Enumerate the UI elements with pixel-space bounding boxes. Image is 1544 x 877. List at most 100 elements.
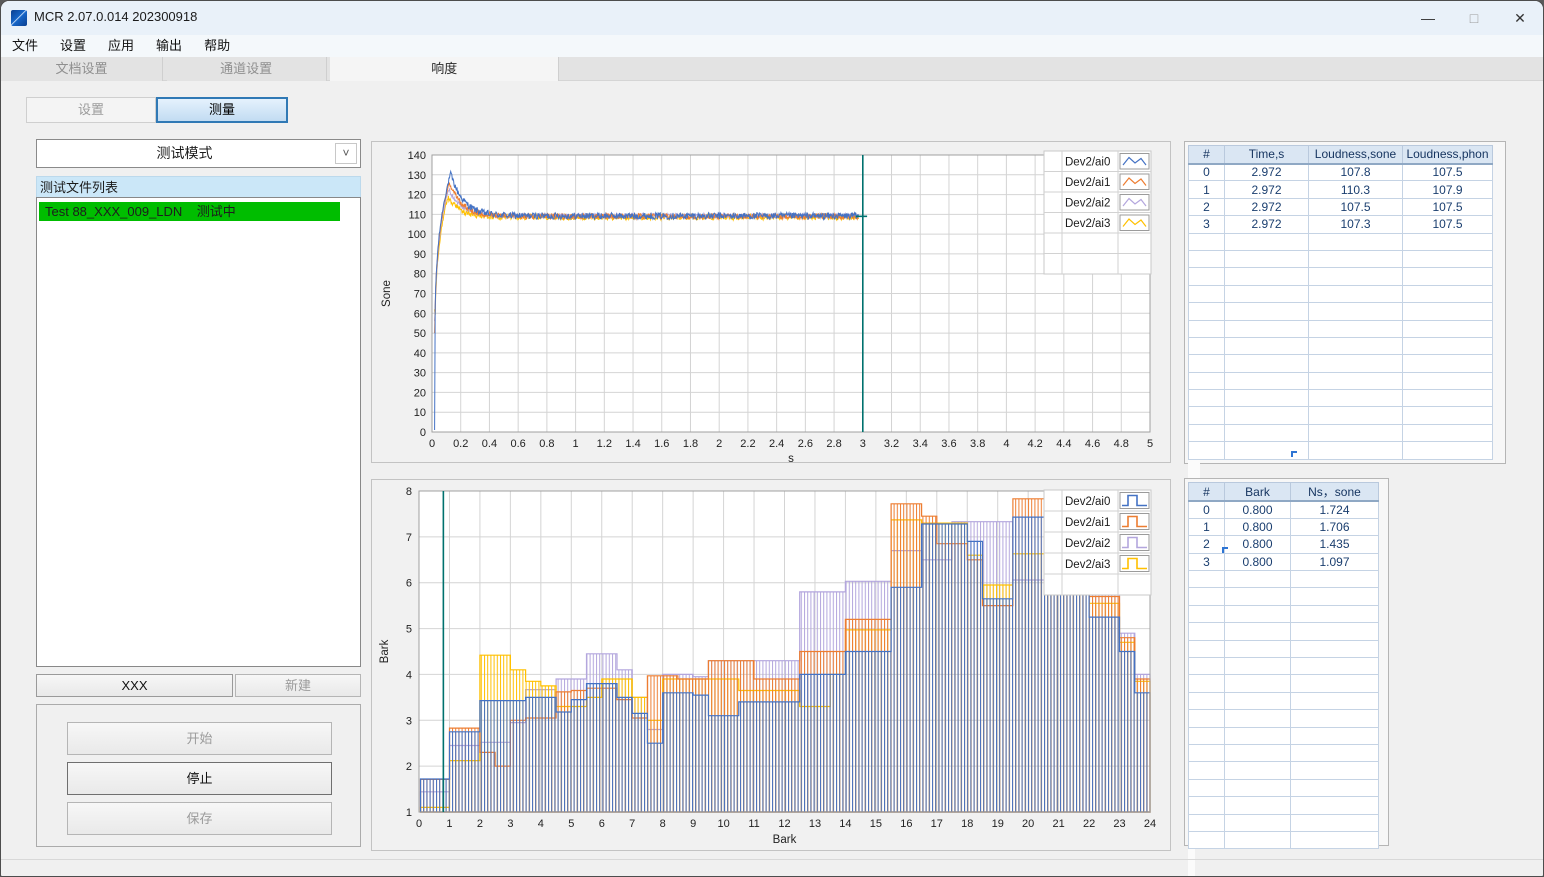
column-header[interactable]: # [1188,482,1225,502]
table-cell[interactable] [1402,249,1493,269]
column-header[interactable]: Bark [1224,482,1291,502]
table-cell[interactable] [1224,743,1291,763]
menu-item-1[interactable]: 设置 [49,35,97,57]
column-header[interactable]: Loudness,phon [1402,145,1493,165]
table-cell[interactable]: 107.5 [1402,197,1493,217]
table-cell[interactable] [1308,406,1403,425]
table-cell[interactable] [1290,743,1379,763]
stop-button[interactable]: 停止 [67,762,332,795]
table-row[interactable]: 3 0.800 1.097 [1188,552,1379,572]
table-row[interactable] [1188,761,1379,780]
table-cell[interactable] [1224,319,1309,338]
table-cell[interactable]: 107.3 [1308,215,1403,234]
table-cell[interactable] [1188,389,1225,408]
table-cell[interactable] [1290,639,1379,659]
table-cell[interactable]: 0.800 [1224,535,1291,554]
table-row[interactable]: 0 2.972 107.8 107.5 [1188,162,1493,182]
table-row[interactable] [1188,570,1379,589]
table-cell[interactable]: 1.435 [1290,535,1379,554]
table-cell[interactable] [1188,761,1225,780]
table-cell[interactable] [1188,302,1225,321]
table-row[interactable] [1188,813,1379,832]
table-cell[interactable] [1290,726,1379,745]
table-cell[interactable] [1188,319,1225,338]
table-row[interactable] [1188,302,1493,321]
table-cell[interactable] [1308,284,1403,304]
menu-item-3[interactable]: 输出 [145,35,193,57]
table-cell[interactable] [1224,726,1291,745]
table-cell[interactable] [1188,406,1225,425]
table-cell[interactable] [1224,796,1291,815]
table-cell[interactable] [1308,336,1403,356]
maximize-button[interactable]: □ [1451,1,1497,35]
subtab-measure[interactable]: 测量 [156,97,288,123]
table-row[interactable] [1188,336,1493,356]
table-cell[interactable] [1402,406,1493,425]
table-cell[interactable] [1308,249,1403,269]
table-row[interactable] [1188,284,1493,304]
table-cell[interactable] [1188,604,1225,624]
table-cell[interactable]: 3 [1188,215,1225,234]
column-header[interactable]: Loudness,sone [1308,145,1403,165]
table-cell[interactable] [1290,674,1379,693]
table-cell[interactable] [1188,726,1225,745]
table-cell[interactable] [1224,604,1291,624]
table-row[interactable] [1188,371,1493,391]
table-row[interactable] [1188,267,1493,286]
table-cell[interactable] [1224,709,1291,728]
table-row[interactable] [1188,830,1379,850]
table-cell[interactable] [1308,319,1403,338]
table-row[interactable] [1188,674,1379,693]
table-cell[interactable]: 0.800 [1224,517,1291,537]
table-cell[interactable] [1308,423,1403,443]
new-button[interactable]: 新建 [235,674,361,697]
table-row[interactable] [1188,354,1493,373]
table-row[interactable] [1188,743,1379,763]
table-row[interactable] [1188,778,1379,798]
menu-item-4[interactable]: 帮助 [193,35,241,57]
table-cell[interactable] [1188,830,1225,850]
menu-item-0[interactable]: 文件 [1,35,49,57]
table-cell[interactable] [1290,796,1379,815]
table-row[interactable]: 2 2.972 107.5 107.5 [1188,197,1493,217]
table-cell[interactable]: 1 [1188,517,1225,537]
table-row[interactable]: 1 0.800 1.706 [1188,517,1379,537]
minimize-button[interactable]: — [1405,1,1451,35]
table-cell[interactable] [1224,249,1309,269]
table-cell[interactable] [1402,284,1493,304]
table-cell[interactable] [1224,232,1309,251]
table-cell[interactable] [1188,423,1225,443]
table-cell[interactable]: 107.9 [1402,180,1493,199]
table-cell[interactable] [1188,284,1225,304]
test-mode-select[interactable]: 测试模式 ˅ [36,139,361,168]
table-cell[interactable] [1224,587,1291,606]
table-cell[interactable] [1290,604,1379,624]
table-cell[interactable]: 2.972 [1224,215,1309,234]
table-cell[interactable] [1188,813,1225,832]
table-cell[interactable] [1224,406,1309,425]
table-cell[interactable]: 1.724 [1290,500,1379,519]
close-button[interactable]: ✕ [1497,1,1543,35]
table-cell[interactable]: 0.800 [1224,500,1291,519]
table-cell[interactable] [1188,657,1225,676]
start-button[interactable]: 开始 [67,722,332,755]
table-cell[interactable] [1224,267,1309,286]
table-cell[interactable] [1188,587,1225,606]
table-cell[interactable] [1308,354,1403,373]
table-cell[interactable] [1188,796,1225,815]
test-file-item[interactable]: Test 88_XXX_009_LDN 测试中 [39,202,340,221]
table-row[interactable] [1188,441,1493,460]
table-cell[interactable]: 107.5 [1308,197,1403,217]
save-button[interactable]: 保存 [67,802,332,835]
table-cell[interactable]: 0.800 [1224,552,1291,572]
table-cell[interactable]: 107.5 [1402,215,1493,234]
table-cell[interactable] [1290,813,1379,832]
table-cell[interactable] [1402,319,1493,338]
table-cell[interactable] [1402,441,1493,460]
bark-table[interactable]: # Bark Ns，sone 0 0.800 1.724 1 0.800 1.706 2 0.800… [1188,482,1379,850]
table-cell[interactable] [1188,267,1225,286]
column-header[interactable]: # [1188,145,1225,165]
table-cell[interactable] [1188,691,1225,711]
tab-channel-settings[interactable]: 通道设置 [166,57,327,81]
table-cell[interactable]: 3 [1188,552,1225,572]
